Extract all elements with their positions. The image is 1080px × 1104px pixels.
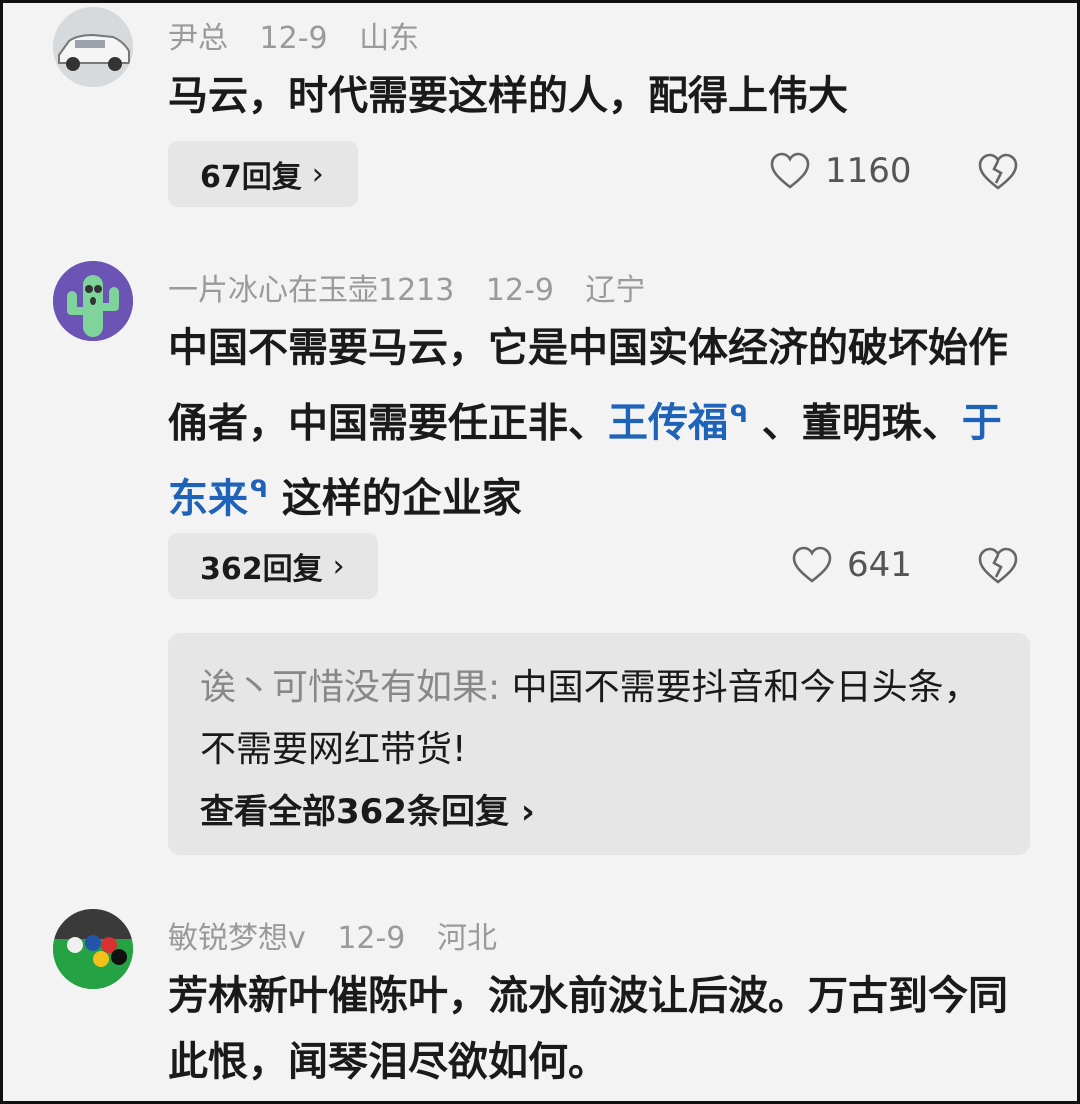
chevron-right-icon: › [520,792,535,832]
dislike-button[interactable] [977,153,1019,195]
comment-meta: 尹总 12-9 山东 [168,13,441,57]
comment-location: 山东 [359,21,420,56]
comment-text: 芳林新叶催陈叶，流水前波让后波。万古到今同此恨，闻琴泪尽欲如何。 [168,973,1008,1085]
sub-reply-line: 诶丶可惜没有如果: 中国不需要抖音和今日头条，不需要网红带货! [200,657,998,781]
reply-count-label: 67回复 [200,160,302,195]
comment-date: 12-9 [337,921,406,956]
comment-text-part: 这样的企业家 [281,475,522,522]
chevron-right-icon: › [311,156,324,192]
link-label: 王传福 [608,400,728,447]
reply-count-button[interactable]: 67回复 › [168,141,358,207]
broken-heart-icon [978,153,1018,190]
avatar[interactable] [53,7,133,87]
reply-count-button[interactable]: 362回复 › [168,533,378,599]
like-count: 641 [847,545,912,585]
sub-reply-box[interactable]: 诶丶可惜没有如果: 中国不需要抖音和今日头条，不需要网红带货! 查看全部362条… [168,633,1030,855]
comment-text: 马云，时代需要这样的人，配得上伟大 [168,73,848,119]
chevron-right-icon: › [332,548,345,584]
cactus-avatar-icon [53,261,133,341]
author-name[interactable]: 尹总 [168,21,228,56]
view-all-replies-link[interactable]: 查看全部362条回复 › [200,781,998,843]
author-name[interactable]: 一片冰心在玉壶1213 [168,273,454,308]
search-icon: ᑫ [250,475,268,504]
comment-meta: 一片冰心在玉壶1213 12-9 辽宁 [168,265,668,309]
sub-reply-author[interactable]: 诶丶可惜没有如果: [200,667,500,708]
avatar[interactable] [53,909,133,989]
car-avatar-icon [53,7,133,87]
heart-icon [792,546,832,583]
billiards-avatar-icon [53,909,133,989]
comment-text: 中国不需要马云，它是中国实体经济的破坏始作俑者，中国需要任正非、王传福ᑫ 、董明… [168,315,1018,532]
like-count: 1160 [825,151,912,191]
comment-location: 河北 [436,921,497,956]
comment-text-part: 、董明珠、 [761,400,962,447]
dislike-button[interactable] [977,547,1019,589]
comment-date: 12-9 [259,21,328,56]
avatar[interactable] [53,261,133,341]
comment-date: 12-9 [485,273,554,308]
heart-icon [770,152,810,189]
reply-count-label: 362回复 [200,552,323,587]
view-all-label: 查看全部362条回复 [200,792,509,832]
like-button[interactable]: 1160 [769,151,912,191]
search-icon: ᑫ [730,400,748,428]
author-name[interactable]: 敏锐梦想v [168,921,306,956]
comment-meta: 敏锐梦想v 12-9 河北 [168,913,519,957]
comment-location: 辽宁 [585,273,646,308]
like-button[interactable]: 641 [791,545,912,585]
broken-heart-icon [978,547,1018,584]
search-link-wang[interactable]: 王传福ᑫ [608,400,748,446]
